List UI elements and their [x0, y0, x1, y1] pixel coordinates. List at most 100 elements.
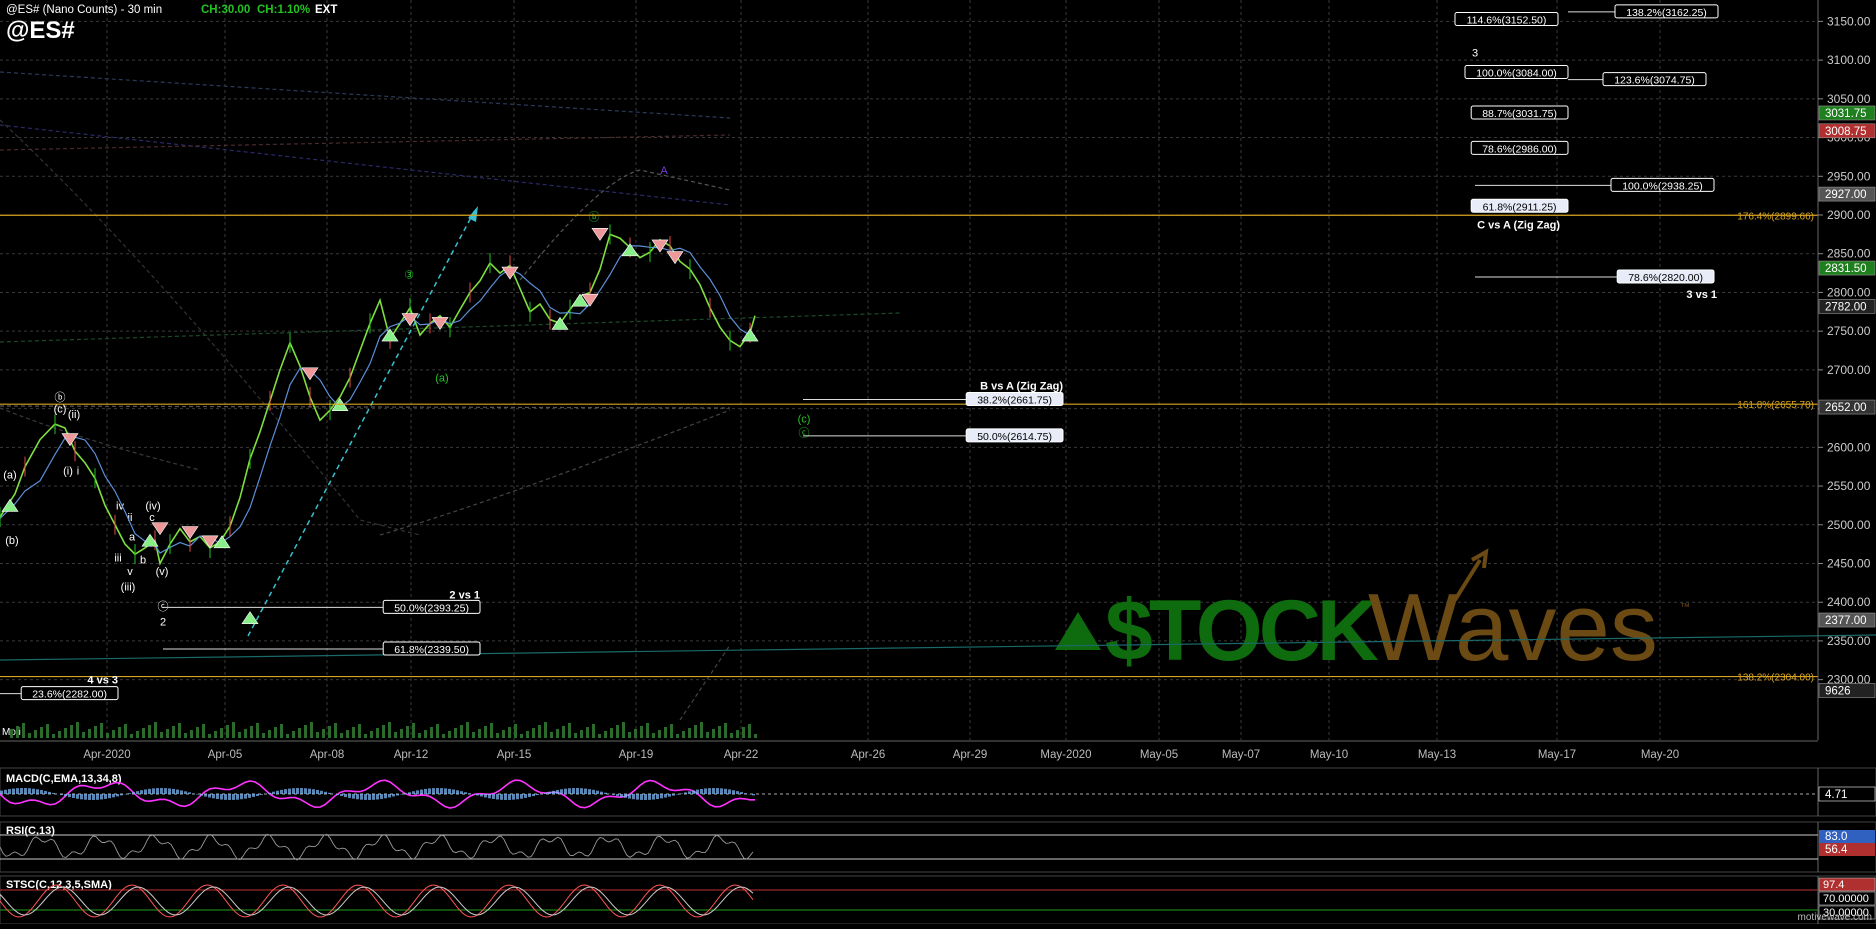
macd-histogram-bar: [724, 789, 727, 794]
fib-target-label: 78.6%(2820.00): [1628, 272, 1703, 284]
volume-bar: [400, 729, 403, 738]
wave-label: (c): [54, 404, 67, 416]
macd-histogram-bar: [336, 794, 339, 795]
macd-histogram-bar: [696, 790, 699, 794]
volume-bar: [244, 729, 247, 738]
volume-bar: [712, 729, 715, 738]
wave-label: iii: [114, 552, 121, 564]
macd-histogram-bar: [412, 791, 415, 794]
volume-bar: [196, 727, 199, 738]
macd-histogram-bar: [468, 793, 471, 794]
macd-histogram-bar: [48, 792, 51, 794]
macd-histogram-bar: [460, 791, 463, 794]
macd-histogram-bar: [92, 794, 95, 800]
volume-bar: [64, 728, 67, 738]
macd-histogram-bar: [664, 794, 667, 798]
volume-bar: [526, 731, 529, 738]
volume-bar: [178, 723, 181, 738]
volume-bar: [670, 724, 673, 738]
time-tick-label: Apr-15: [497, 749, 532, 761]
macd-histogram-bar: [404, 793, 407, 794]
price-tick-label: 2850.00: [1827, 247, 1871, 261]
volume-bar: [628, 732, 631, 738]
volume-bar: [514, 724, 517, 738]
volume-bar: [706, 732, 709, 738]
macd-histogram-bar: [580, 788, 583, 794]
macd-histogram-bar: [60, 794, 63, 795]
volume-bar: [10, 729, 13, 738]
macd-histogram-bar: [216, 794, 219, 799]
wave-label: (c): [798, 414, 811, 426]
price-line: [0, 234, 755, 563]
volume-bar: [202, 724, 205, 738]
macd-histogram-bar: [632, 794, 635, 799]
volume-bar: [388, 722, 391, 738]
volume-bar: [676, 734, 679, 738]
stockwaves-chart[interactable]: $TOCKWaves™ (a)(b)(c)ⓑ(ii)(i)iiviiaiiibv…: [0, 0, 1876, 924]
macd-histogram-bar: [648, 794, 651, 800]
volume-bar: [340, 733, 343, 738]
volume-bar: [160, 732, 163, 738]
macd-histogram-bar: [456, 790, 459, 794]
macd-histogram-bar: [188, 792, 191, 794]
macd-histogram-bar: [28, 788, 31, 794]
macd-label: MACD(C,EMA,13,34,8): [6, 773, 122, 785]
projection-arrow-line: [248, 210, 475, 636]
macd-histogram-bar: [180, 790, 183, 794]
macd-histogram-bar: [96, 794, 99, 800]
macd-histogram-bar: [620, 794, 623, 797]
macd-histogram-bar: [624, 794, 627, 798]
macd-histogram-bar: [464, 792, 467, 794]
macd-histogram-bar: [388, 794, 391, 797]
fib-group-label: B vs A (Zig Zag): [980, 380, 1063, 392]
macd-histogram-bar: [8, 789, 11, 794]
fib-target-label: 50.0%(2614.75): [977, 431, 1052, 443]
volume-bar: [148, 725, 151, 738]
macd-histogram-bar: [732, 790, 735, 794]
macd-histogram-bar: [208, 794, 211, 798]
ext-badge[interactable]: EXT: [315, 4, 337, 16]
macd-histogram-bar: [628, 794, 631, 799]
time-tick-label: May-17: [1538, 749, 1576, 761]
macd-histogram-bar: [644, 794, 647, 800]
stochastic-badge-label: 70.00000: [1823, 893, 1869, 905]
macd-histogram-bar: [184, 791, 187, 794]
macd-histogram-bar: [64, 794, 67, 796]
macd-histogram-bar: [536, 794, 539, 795]
macd-histogram-bar: [640, 794, 643, 800]
macd-histogram-bar: [556, 790, 559, 794]
macd-histogram-bar: [320, 791, 323, 794]
volume-bar: [274, 727, 277, 738]
macd-histogram-bar: [616, 794, 619, 796]
volume-bar: [748, 724, 751, 738]
volume-bar: [28, 733, 31, 738]
rsi-badge-label: 56.4: [1825, 844, 1848, 856]
volume-bar: [604, 731, 607, 738]
watermark-triangle-icon: [1055, 612, 1101, 650]
volume-bar: [454, 728, 457, 738]
macd-histogram-bar: [240, 794, 243, 799]
volume-bar: [310, 722, 313, 738]
macd-histogram-bar: [80, 794, 83, 799]
volume-bar: [34, 730, 37, 738]
volume-bar: [136, 731, 139, 738]
volume-bar: [292, 731, 295, 738]
macd-histogram-bar: [108, 794, 111, 798]
price-tick-label: 2400.00: [1827, 595, 1871, 609]
trend-line: [680, 645, 730, 720]
price-tick-label: 3050.00: [1827, 92, 1871, 106]
price-badge-label: 2652.00: [1825, 402, 1867, 414]
macd-histogram-bar: [192, 793, 195, 794]
price-tick-label: 2950.00: [1827, 169, 1871, 183]
wave-label: (a): [435, 373, 448, 385]
macd-histogram-bar: [32, 789, 35, 794]
macd-histogram-bar: [568, 788, 571, 794]
price-tick-label: 2800.00: [1827, 285, 1871, 299]
time-tick-label: Apr-12: [394, 749, 429, 761]
volume-bar: [736, 730, 739, 738]
macd-badge-label: 4.71: [1825, 789, 1847, 801]
wave-label: (i): [63, 466, 73, 478]
volume-bar: [118, 727, 121, 738]
volume-bar: [424, 730, 427, 738]
macd-histogram-bar: [740, 792, 743, 794]
